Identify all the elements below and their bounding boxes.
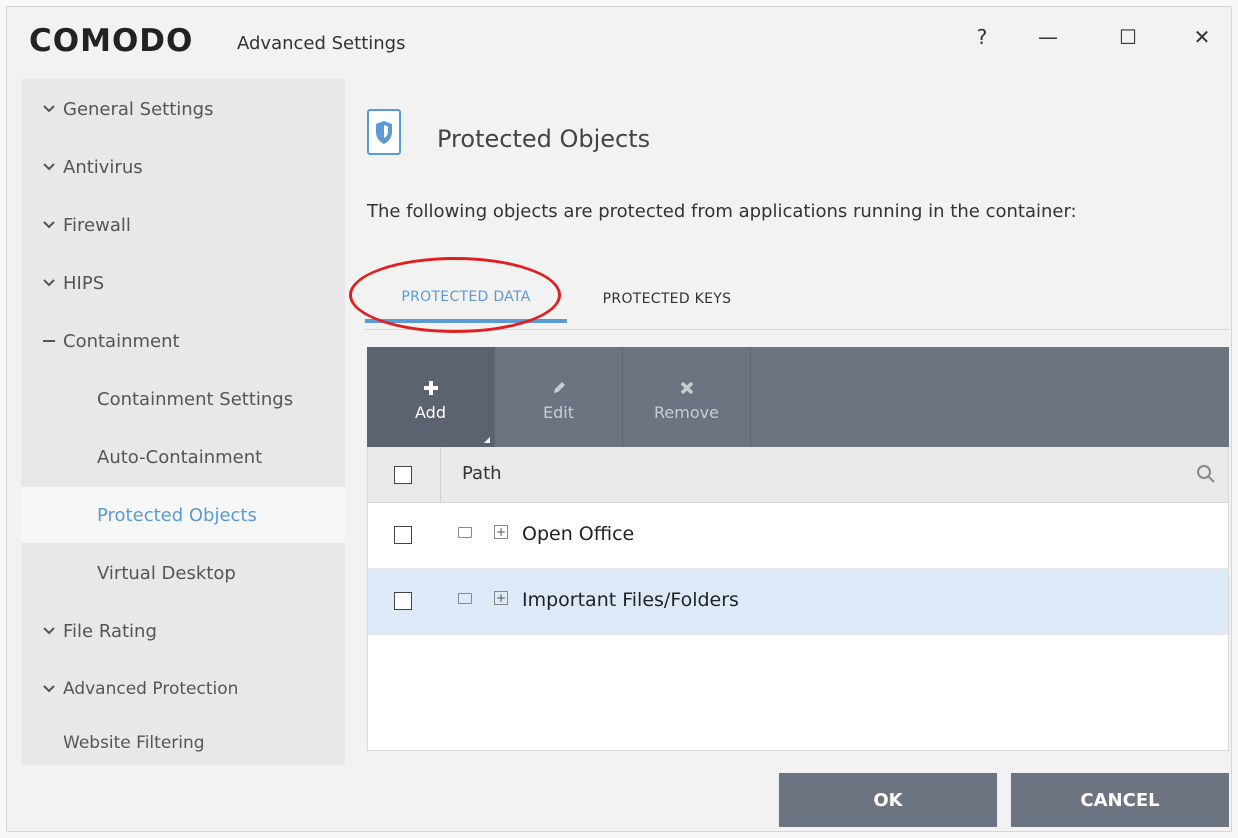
close-button[interactable]: ✕ bbox=[1179, 17, 1225, 57]
folder-icon bbox=[458, 527, 472, 538]
table-row[interactable]: + Important Files/Folders bbox=[368, 569, 1228, 635]
sidebar-item-file-rating[interactable]: File Rating bbox=[21, 603, 345, 659]
sidebar-item-label: Firewall bbox=[63, 214, 131, 236]
path-column-header[interactable]: Path bbox=[462, 463, 502, 484]
chevron-down-icon bbox=[35, 627, 63, 635]
advanced-settings-window: COMODO Advanced Settings ? — ☐ ✕ General… bbox=[6, 6, 1232, 832]
pencil-icon bbox=[551, 373, 567, 403]
row-path-label: Open Office bbox=[522, 523, 635, 545]
tab-protected-data[interactable]: PROTECTED DATA bbox=[365, 275, 567, 323]
plus-icon bbox=[423, 373, 439, 403]
sidebar-item-antivirus[interactable]: Antivirus bbox=[21, 139, 345, 195]
chevron-down-icon bbox=[35, 279, 63, 287]
sidebar-item-label: Protected Objects bbox=[97, 504, 257, 526]
remove-button[interactable]: Remove bbox=[623, 347, 751, 447]
help-button[interactable]: ? bbox=[959, 17, 1005, 57]
select-all-checkbox[interactable] bbox=[394, 466, 412, 484]
chevron-down-icon bbox=[35, 221, 63, 229]
row-checkbox[interactable] bbox=[394, 592, 412, 610]
sidebar-item-containment[interactable]: Containment bbox=[21, 313, 345, 369]
maximize-button[interactable]: ☐ bbox=[1105, 17, 1151, 57]
sidebar-item-label: HIPS bbox=[63, 272, 105, 294]
sidebar-item-label: General Settings bbox=[63, 98, 214, 120]
table-row[interactable]: + Open Office bbox=[368, 503, 1228, 569]
comodo-logo: COMODO bbox=[29, 23, 194, 59]
toolbar: Add Edit Remove bbox=[367, 347, 1229, 447]
sidebar-item-label: Website Filtering bbox=[63, 733, 205, 753]
sidebar-item-containment-settings[interactable]: Containment Settings bbox=[21, 371, 345, 427]
ok-button[interactable]: OK bbox=[779, 773, 997, 827]
page-description: The following objects are protected from… bbox=[367, 201, 1077, 222]
tab-divider bbox=[365, 329, 1229, 330]
sidebar-item-advanced-protection[interactable]: Advanced Protection bbox=[21, 661, 345, 717]
sidebar-item-firewall[interactable]: Firewall bbox=[21, 197, 345, 253]
tab-protected-keys[interactable]: PROTECTED KEYS bbox=[579, 275, 755, 323]
sidebar-item-label: Virtual Desktop bbox=[97, 562, 236, 584]
sidebar-item-website-filtering[interactable]: Website Filtering bbox=[21, 715, 345, 771]
shield-document-icon bbox=[367, 109, 401, 155]
row-path-label: Important Files/Folders bbox=[522, 589, 739, 611]
sidebar-item-general-settings[interactable]: General Settings bbox=[21, 81, 345, 137]
edit-button[interactable]: Edit bbox=[495, 347, 623, 447]
expand-plus-icon[interactable]: + bbox=[494, 525, 508, 539]
folder-icon bbox=[458, 593, 472, 604]
sidebar-item-label: Auto-Containment bbox=[97, 446, 263, 468]
sidebar-nav: General Settings Antivirus Firewall HIPS… bbox=[21, 79, 346, 765]
sidebar-item-auto-containment[interactable]: Auto-Containment bbox=[21, 429, 345, 485]
edit-label: Edit bbox=[543, 402, 574, 422]
sidebar-item-label: Advanced Protection bbox=[63, 679, 239, 699]
sidebar-item-protected-objects[interactable]: Protected Objects bbox=[21, 487, 345, 543]
sidebar-item-virtual-desktop[interactable]: Virtual Desktop bbox=[21, 545, 345, 601]
minus-icon bbox=[35, 339, 63, 343]
page-title: Protected Objects bbox=[437, 125, 651, 153]
chevron-down-icon bbox=[35, 163, 63, 171]
add-button[interactable]: Add bbox=[367, 347, 495, 447]
remove-label: Remove bbox=[654, 402, 719, 422]
cancel-button[interactable]: CANCEL bbox=[1011, 773, 1229, 827]
window-title: Advanced Settings bbox=[237, 33, 406, 54]
sidebar-item-label: Containment bbox=[63, 330, 180, 352]
column-divider bbox=[440, 447, 441, 503]
dropdown-corner-icon bbox=[484, 437, 490, 443]
sidebar-item-label: Antivirus bbox=[63, 156, 143, 178]
row-checkbox[interactable] bbox=[394, 526, 412, 544]
minimize-button[interactable]: — bbox=[1025, 17, 1071, 57]
chevron-down-icon bbox=[35, 685, 63, 693]
chevron-down-icon bbox=[35, 105, 63, 113]
table-header: Path bbox=[368, 447, 1228, 503]
sidebar-item-hips[interactable]: HIPS bbox=[21, 255, 345, 311]
main-panel: Protected Objects The following objects … bbox=[345, 79, 1229, 765]
protected-data-table: Path + Open Office + Important Files/Fol… bbox=[367, 447, 1229, 751]
add-label: Add bbox=[415, 402, 446, 422]
title-bar: COMODO Advanced Settings ? — ☐ ✕ bbox=[7, 7, 1231, 79]
expand-plus-icon[interactable]: + bbox=[494, 591, 508, 605]
sidebar-item-label: File Rating bbox=[63, 620, 157, 642]
sidebar-item-label: Containment Settings bbox=[97, 388, 294, 410]
remove-x-icon bbox=[680, 373, 694, 403]
search-icon[interactable] bbox=[1196, 464, 1216, 488]
